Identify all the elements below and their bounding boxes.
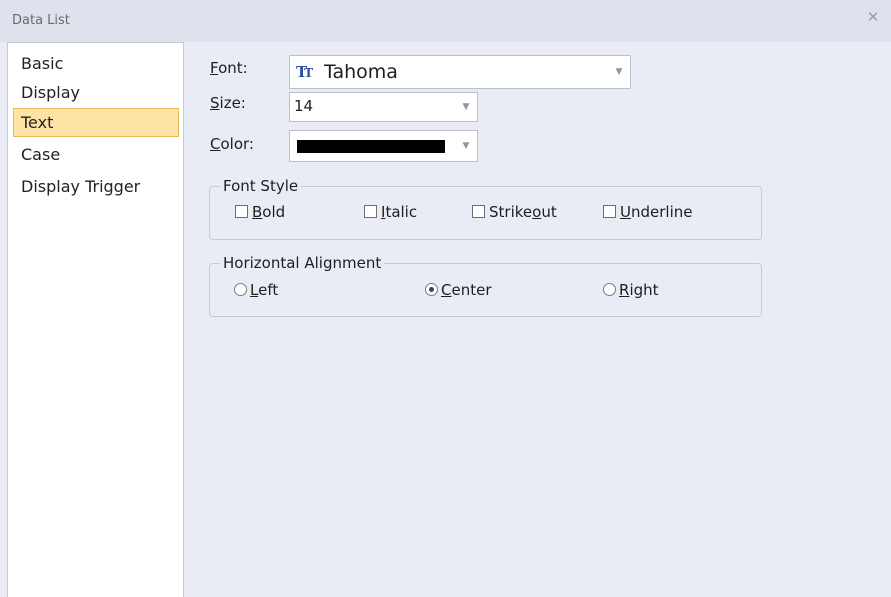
- sidebar-item-label: Basic: [21, 54, 64, 73]
- sidebar-item-label: Display Trigger: [21, 177, 141, 196]
- checkbox-box[interactable]: [472, 205, 485, 218]
- horizontal-alignment-legend: Horizontal Alignment: [220, 253, 385, 273]
- radio-circle[interactable]: [603, 283, 616, 296]
- dialog-title: Data List: [12, 13, 70, 28]
- chevron-down-icon[interactable]: ▼: [608, 56, 630, 88]
- horizontal-alignment-group: Horizontal Alignment Left Center Right: [209, 253, 762, 317]
- font-value: Tahoma: [324, 61, 398, 83]
- italic-checkbox[interactable]: Italic: [364, 202, 417, 222]
- size-select[interactable]: 14 ▼: [289, 92, 478, 122]
- strikeout-checkbox[interactable]: Strikeout: [472, 202, 557, 222]
- sidebar-item-label: Text: [21, 113, 54, 132]
- chevron-down-icon[interactable]: ▼: [455, 93, 477, 121]
- align-right-radio[interactable]: Right: [603, 280, 659, 300]
- radio-circle[interactable]: [425, 283, 438, 296]
- sidebar-item-text[interactable]: Text: [13, 108, 179, 137]
- checkbox-box[interactable]: [235, 205, 248, 218]
- truetype-font-icon: TT: [296, 63, 314, 81]
- size-value: 14: [294, 97, 314, 115]
- align-center-radio[interactable]: Center: [425, 280, 492, 300]
- color-picker[interactable]: ▼: [289, 130, 478, 162]
- sidebar-item-display[interactable]: Display: [13, 78, 179, 107]
- font-style-group: Font Style Bold Italic Strikeout Underli…: [209, 176, 762, 240]
- sidebar-item-label: Display: [21, 83, 80, 102]
- radio-circle[interactable]: [234, 283, 247, 296]
- bold-checkbox[interactable]: Bold: [235, 202, 285, 222]
- chevron-down-icon[interactable]: ▼: [455, 131, 477, 161]
- sidebar-item-case[interactable]: Case: [13, 140, 179, 169]
- close-icon[interactable]: ✕: [865, 9, 881, 25]
- dialog-titlebar: Data List ✕: [0, 0, 891, 42]
- font-style-legend: Font Style: [220, 176, 302, 196]
- color-swatch: [297, 140, 445, 153]
- size-label: Size:: [210, 94, 246, 112]
- align-left-radio[interactable]: Left: [234, 280, 278, 300]
- sidebar-item-label: Case: [21, 145, 61, 164]
- color-label: Color:: [210, 135, 254, 153]
- underline-checkbox[interactable]: Underline: [603, 202, 692, 222]
- sidebar-item-basic[interactable]: Basic: [13, 49, 179, 78]
- font-label: Font:: [210, 59, 248, 77]
- font-select[interactable]: TT Tahoma ▼: [289, 55, 631, 89]
- category-list: Basic Display Text Case Display Trigger: [7, 42, 184, 597]
- sidebar-item-display-trigger[interactable]: Display Trigger: [13, 172, 179, 201]
- checkbox-box[interactable]: [603, 205, 616, 218]
- checkbox-box[interactable]: [364, 205, 377, 218]
